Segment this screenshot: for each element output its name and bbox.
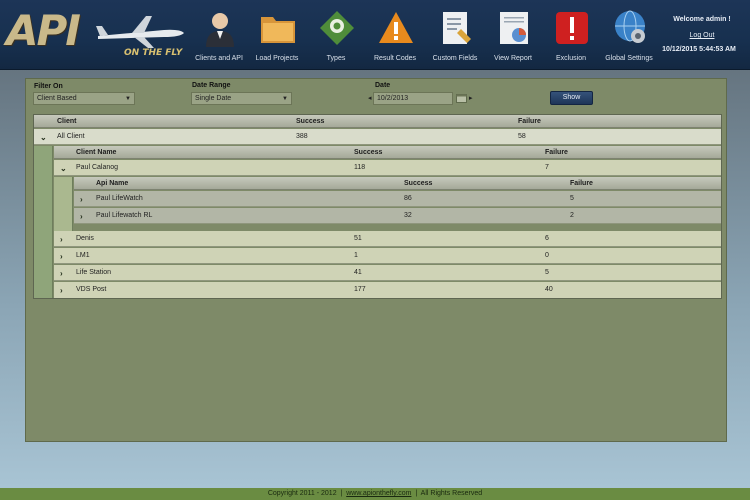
column-header-failure[interactable]: Failure [570,180,593,187]
page-footer: Copyright 2011 - 2012 | www.apionthefly.… [0,488,750,500]
filter-on-label: Filter On [34,83,63,90]
table-row[interactable]: › Life Station 41 5 [54,265,721,281]
failure-cell: 6 [545,235,549,242]
user-icon [206,13,234,47]
table-row[interactable]: ⌄ All Client 388 58 [34,129,721,145]
exclamation-icon [556,12,588,44]
logo-subtitle: ON THE FLY [124,48,183,58]
filter-on-value: Client Based [37,95,77,102]
main-panel: Filter On Client Based ▼ Date Range Sing… [25,78,727,442]
column-header-client[interactable]: Client [57,118,76,125]
api-name-cell: Paul Lifewatch RL [96,212,153,219]
table-row[interactable]: ⌄ Paul Calanog 118 7 [54,160,721,176]
nav-result-codes[interactable]: Result Codes [364,0,426,70]
collapse-chevron-icon[interactable]: ⌄ [60,164,67,173]
document-icon [443,12,471,44]
date-input[interactable]: 10/2/2013 [373,92,453,105]
logout-link[interactable]: Log Out [658,32,746,39]
date-value: 10/2/2013 [377,95,409,102]
api-name-cell: Paul LifeWatch [96,195,143,202]
footer-separator: | [415,490,418,497]
detail-gutter [34,146,53,298]
column-header-success[interactable]: Success [404,180,432,187]
next-date-arrow[interactable]: ▸ [469,94,473,102]
prev-date-arrow[interactable]: ◂ [368,94,372,102]
success-cell: 86 [404,195,412,202]
welcome-text: Welcome admin ! [673,16,731,23]
date-range-value: Single Date [195,95,232,102]
success-cell: 388 [296,133,308,140]
failure-cell: 0 [545,252,549,259]
expand-chevron-icon[interactable]: › [80,212,83,221]
warning-icon [379,12,413,43]
nav-label: Global Settings [605,55,653,62]
collapse-chevron-icon[interactable]: ⌄ [40,133,47,142]
grid-header: Client Success Failure [34,115,721,128]
copyright-text: Copyright 2011 - 2012 [267,490,337,497]
logo[interactable]: API ON THE FLY [6,6,184,64]
success-cell: 51 [354,235,362,242]
api-grid-header: Api Name Success Failure [74,177,721,190]
column-header-success[interactable]: Success [296,118,324,125]
failure-cell: 2 [570,212,574,219]
expand-chevron-icon[interactable]: › [60,269,63,278]
expand-chevron-icon[interactable]: › [80,195,83,204]
chevron-down-icon: ▼ [125,96,131,102]
success-cell: 177 [354,286,366,293]
calendar-icon[interactable] [456,93,467,103]
success-cell: 32 [404,212,412,219]
client-name-cell: LM1 [76,252,90,259]
success-cell: 118 [354,164,366,171]
client-name-cell: Denis [76,235,94,242]
expand-chevron-icon[interactable]: › [60,252,63,261]
expand-chevron-icon[interactable]: › [60,235,63,244]
column-header-success[interactable]: Success [354,149,382,156]
date-range-label: Date Range [192,82,231,89]
current-datetime: 10/12/2015 5:44:53 AM [662,46,736,53]
column-header-api-name[interactable]: Api Name [96,180,128,187]
filter-on-select[interactable]: Client Based ▼ [33,92,135,105]
table-row[interactable]: › LM1 1 0 [54,248,721,264]
success-cell: 41 [354,269,362,276]
report-icon [500,12,528,44]
client-cell: All Client [57,133,85,140]
date-label: Date [375,82,391,89]
table-row[interactable]: › Paul LifeWatch 86 5 [74,191,721,207]
table-row[interactable]: › Paul Lifewatch RL 32 2 [74,208,721,224]
success-cell: 1 [354,252,358,259]
client-name-cell: Life Station [76,269,112,276]
table-row[interactable]: › Denis 51 6 [54,231,721,247]
user-panel: Welcome admin ! Log Out 10/12/2015 5:44:… [658,16,746,53]
failure-cell: 5 [570,195,574,202]
table-row[interactable]: › VDS Post 177 40 [54,282,721,298]
date-range-select[interactable]: Single Date ▼ [191,92,292,105]
failure-cell: 58 [518,133,526,140]
failure-cell: 40 [545,286,553,293]
column-header-client-name[interactable]: Client Name [76,149,116,156]
show-button[interactable]: Show [550,91,593,105]
logo-text: API [6,6,81,55]
website-link[interactable]: www.apionthefly.com [346,490,411,497]
api-detail-gutter [54,177,73,231]
column-header-failure[interactable]: Failure [545,149,568,156]
failure-cell: 7 [545,164,549,171]
folder-icon [261,17,295,43]
column-header-failure[interactable]: Failure [518,118,541,125]
sub-grid-header: Client Name Success Failure [54,146,721,159]
tag-icon [320,11,354,45]
client-name-cell: VDS Post [76,286,107,293]
expand-chevron-icon[interactable]: › [60,286,63,295]
rights-text: All Rights Reserved [420,490,483,497]
footer-separator: | [340,490,343,497]
airplane-icon [96,16,184,48]
results-grid: Client Success Failure ⌄ All Client 388 … [33,114,722,299]
nav-global-settings[interactable]: Global Settings [598,0,660,70]
globe-gear-icon [615,10,645,43]
failure-cell: 5 [545,269,549,276]
app-header: API ON THE FLY Clients and API Load Proj… [0,0,750,70]
chevron-down-icon: ▼ [282,96,288,102]
client-name-cell: Paul Calanog [76,164,119,171]
